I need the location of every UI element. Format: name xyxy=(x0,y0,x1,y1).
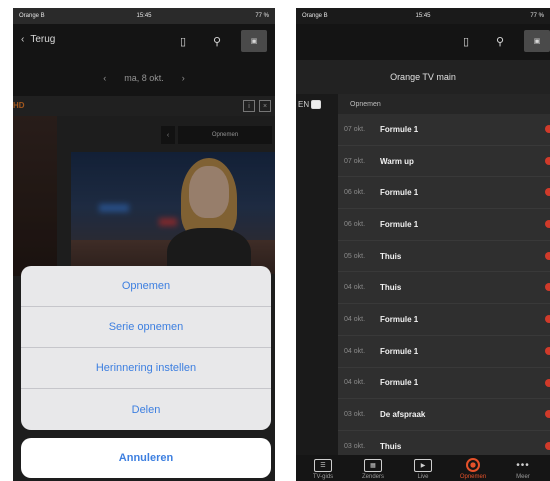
left-phone-screen: Orange B 15:45 77 % ‹ Terug ▯ ⚲ ▣ ‹ ma, … xyxy=(13,8,275,481)
status-bar: Orange B 15:45 77 % xyxy=(296,8,550,24)
row-title: Formule 1 xyxy=(380,219,419,229)
search-icon[interactable]: ⚲ xyxy=(490,30,510,52)
list-item[interactable]: 07 okt. Formule 1 xyxy=(338,114,550,146)
action-share[interactable]: Delen xyxy=(21,389,271,430)
cast-icon[interactable]: ▣ xyxy=(241,30,267,52)
row-title: Formule 1 xyxy=(380,188,419,198)
action-record-series[interactable]: Serie opnemen xyxy=(21,307,271,348)
record-dot-icon xyxy=(545,156,550,165)
row-title: De afspraak xyxy=(380,410,426,420)
back-label: Terug xyxy=(30,34,56,45)
battery-label: 77 % xyxy=(530,13,544,19)
recordings-list: Opnemen 07 okt. Formule 1 07 okt. Warm up … xyxy=(338,94,550,463)
list-item[interactable]: 07 okt. Warm up xyxy=(338,146,550,178)
nav-actions: ▯ ⚲ ▣ xyxy=(173,30,267,52)
back-button[interactable]: ‹ Terug xyxy=(21,34,55,45)
tab-more[interactable]: ••• Meer xyxy=(498,459,548,480)
remote-icon[interactable]: ▯ xyxy=(173,30,193,52)
row-date: 06 okt. xyxy=(344,189,366,197)
record-dot-icon xyxy=(545,410,550,419)
row-date: 07 okt. xyxy=(344,157,366,165)
list-item[interactable]: 06 okt. Formule 1 xyxy=(338,209,550,241)
row-title: Formule 1 xyxy=(380,378,419,388)
tab-label: Zenders xyxy=(361,474,384,480)
channels-icon: ▦ xyxy=(364,459,382,472)
channel-column: EN xyxy=(296,94,338,462)
chevron-left-icon: ‹ xyxy=(21,34,25,45)
more-icon: ••• xyxy=(516,460,530,471)
record-dot-icon xyxy=(545,220,550,229)
tab-label: Live xyxy=(417,474,429,480)
row-date: 04 okt. xyxy=(344,315,366,323)
row-date: 04 okt. xyxy=(344,347,366,355)
tab-label: TV-gids xyxy=(312,474,334,480)
list-item[interactable]: 06 okt. Formule 1 xyxy=(338,177,550,210)
record-dot-icon xyxy=(545,188,550,197)
record-dot-icon xyxy=(545,283,550,292)
row-date: 05 okt. xyxy=(344,252,366,260)
tab-tv-guide[interactable]: ☰ TV-gids xyxy=(298,459,348,480)
list-item[interactable]: 04 okt. Thuis xyxy=(338,272,550,305)
status-bar: Orange B 15:45 77 % xyxy=(13,8,275,24)
battery-label: 77 % xyxy=(255,13,269,19)
row-title: Thuis xyxy=(380,441,402,451)
list-item[interactable]: 04 okt. Formule 1 xyxy=(338,336,550,368)
row-date: 06 okt. xyxy=(344,220,366,228)
screenshot-stage: Orange B 15:45 77 % ‹ Terug ▯ ⚲ ▣ ‹ ma, … xyxy=(0,0,550,481)
row-title: Formule 1 xyxy=(380,314,419,324)
row-title: Formule 1 xyxy=(380,124,419,134)
list-header: Opnemen xyxy=(338,94,550,114)
list-item[interactable]: 04 okt. Formule 1 xyxy=(338,368,550,400)
action-set-reminder[interactable]: Herinnering instellen xyxy=(21,348,271,389)
cast-icon[interactable]: ▣ xyxy=(524,30,550,52)
row-date: 07 okt. xyxy=(344,125,366,133)
row-title: Thuis xyxy=(380,283,402,293)
tab-label: Opnemen xyxy=(459,474,487,480)
top-nav-bar: ▯ ⚲ ▣ xyxy=(296,24,550,60)
record-dot-icon xyxy=(545,441,550,450)
search-icon[interactable]: ⚲ xyxy=(207,30,227,52)
record-dot-icon xyxy=(545,125,550,133)
row-date: 04 okt. xyxy=(344,379,366,387)
tab-label: Meer xyxy=(516,474,530,480)
row-date: 03 okt. xyxy=(344,411,366,419)
remote-icon[interactable]: ▯ xyxy=(456,30,476,52)
cancel-button[interactable]: Annuleren xyxy=(21,438,271,478)
record-dot-icon xyxy=(545,346,550,355)
record-dot-icon xyxy=(545,315,550,324)
nav-actions: ▯ ⚲ ▣ xyxy=(456,30,550,52)
row-date: 03 okt. xyxy=(344,442,366,450)
top-nav-bar: ‹ Terug ▯ ⚲ ▣ xyxy=(13,24,275,60)
play-icon: ▶ xyxy=(414,459,432,472)
channel-id[interactable]: EN xyxy=(298,100,322,109)
record-dot-icon xyxy=(545,378,550,387)
action-record[interactable]: Opnemen xyxy=(21,266,271,307)
clock: 15:45 xyxy=(415,13,431,19)
tab-live[interactable]: ▶ Live xyxy=(398,459,448,480)
bottom-tab-bar: ☰ TV-gids ▦ Zenders ▶ Live Opnemen ••• Meer xyxy=(296,455,550,481)
record-dot-icon xyxy=(545,251,550,260)
page-title: Orange TV main xyxy=(296,60,550,94)
list-item[interactable]: 03 okt. De afspraak xyxy=(338,399,550,431)
tv-icon xyxy=(311,100,322,109)
row-title: Warm up xyxy=(380,156,414,166)
list-item[interactable]: 04 okt. Formule 1 xyxy=(338,304,550,336)
right-phone-screen: Orange B 15:45 77 % ▯ ⚲ ▣ Orange TV main… xyxy=(296,8,550,481)
row-title: Formule 1 xyxy=(380,346,419,356)
tv-guide-icon: ☰ xyxy=(314,459,332,472)
action-sheet: Opnemen Serie opnemen Herinnering instel… xyxy=(21,266,271,430)
record-icon xyxy=(466,458,480,472)
clock: 15:45 xyxy=(136,13,152,19)
row-title: Thuis xyxy=(380,251,402,261)
tab-channels[interactable]: ▦ Zenders xyxy=(348,459,398,480)
tab-record[interactable]: Opnemen xyxy=(448,458,498,480)
row-date: 04 okt. xyxy=(344,284,366,292)
list-item[interactable]: 05 okt. Thuis xyxy=(338,241,550,273)
channel-short-label: EN xyxy=(298,100,310,109)
